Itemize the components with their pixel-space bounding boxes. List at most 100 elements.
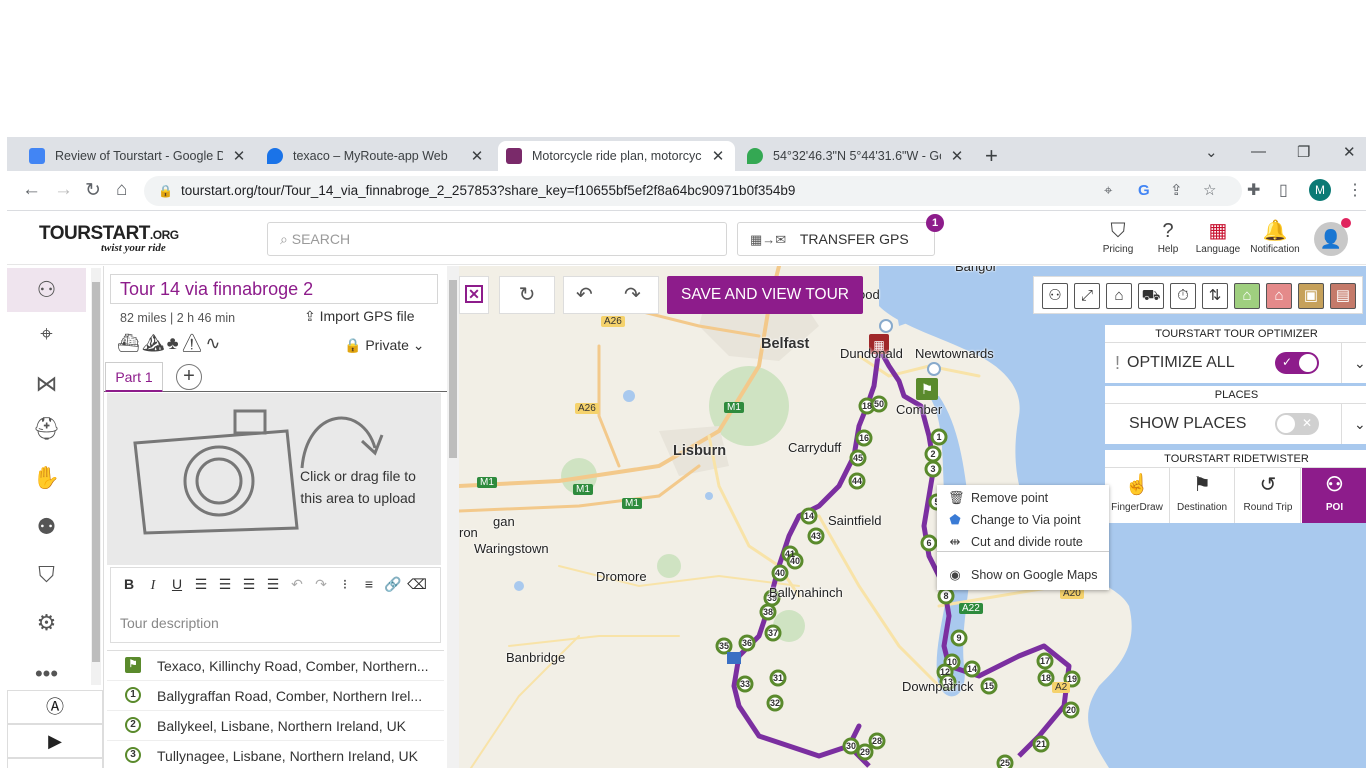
undo-icon[interactable]: ↶ — [576, 277, 593, 313]
link-icon[interactable]: 🔗 — [381, 576, 405, 593]
underline-icon[interactable]: U — [165, 576, 189, 592]
add-part-button[interactable]: + — [176, 364, 202, 390]
optimizer-dropdown[interactable]: ⌄ — [1341, 343, 1366, 383]
bullet-list-icon[interactable]: ⁝ — [333, 576, 357, 593]
panel-scrollbar[interactable] — [447, 266, 459, 768]
home-button[interactable]: ⌂ — [116, 179, 127, 201]
route-planner-icon[interactable]: ⚇ — [7, 268, 86, 312]
fullscreen-icon[interactable]: ⤢ — [1074, 283, 1100, 309]
redo-icon[interactable]: ↷ — [309, 576, 333, 593]
menu-icon[interactable]: ⋮ — [1347, 180, 1363, 200]
home-icon[interactable]: ⌂ — [1106, 283, 1132, 309]
extensions-icon[interactable]: ✚ — [1247, 180, 1260, 200]
remove-point-item[interactable]: 🗑 Remove point — [937, 487, 1109, 509]
show-places-toggle[interactable]: ✕ — [1275, 413, 1319, 435]
undo-icon[interactable]: ↶ — [285, 576, 309, 593]
places-dropdown[interactable]: ⌄ — [1341, 404, 1366, 444]
save-and-view-tour-button[interactable]: SAVE AND VIEW TOUR — [667, 276, 863, 314]
app-store-icon[interactable]: Ⓐ — [7, 690, 103, 724]
scooter-icon[interactable]: ⛟ — [1138, 283, 1164, 309]
align-left-icon[interactable]: ☰ — [189, 576, 213, 593]
bookmark-star-icon[interactable]: ☆ — [1203, 176, 1216, 206]
image-upload-area[interactable]: Click or drag file to this area to uploa… — [107, 393, 441, 565]
align-center-icon[interactable]: ☰ — [213, 576, 237, 593]
menu-lines-icon[interactable]: ≡ — [7, 758, 103, 768]
location-icon[interactable]: ⌖ — [1104, 176, 1112, 206]
tab-search-icon[interactable]: ⌄ — [1205, 143, 1218, 161]
settings-wheel-icon[interactable]: ⚙ — [7, 601, 86, 645]
road-type-icons[interactable]: ⛴⛰♣⚠∿ — [117, 333, 222, 354]
close-route-button[interactable]: ✕ — [459, 276, 489, 314]
red-home-icon[interactable]: ⌂ — [1266, 283, 1292, 309]
close-icon[interactable]: ✕ — [231, 147, 247, 165]
forward-button[interactable]: → — [54, 179, 73, 201]
google-lens-icon[interactable]: G — [1138, 176, 1150, 206]
tab-myroute[interactable]: texaco – MyRoute-app Web ✕ — [259, 141, 493, 171]
profile-avatar[interactable]: M — [1309, 179, 1331, 201]
tab-google-docs[interactable]: Review of Tourstart - Google Do ✕ — [21, 141, 255, 171]
close-icon[interactable]: ✕ — [469, 147, 485, 165]
user-avatar[interactable]: 👤 — [1314, 218, 1351, 256]
new-tab-button[interactable]: + — [985, 143, 998, 169]
cut-route-item[interactable]: ⇹ Cut and divide route — [937, 531, 1109, 553]
route-map[interactable]: 18 50 16 45 44 14 43 41 40 40 39 38 37 36 35 31 33 3… — [459, 266, 1366, 768]
tourstart-logo[interactable]: TOURSTART.ORG twist your ride — [39, 223, 179, 254]
tour-title-input[interactable]: Tour 14 via finnabroge 2 — [110, 274, 438, 304]
address-bar[interactable]: 🔒 tourstart.org/tour/Tour_14_via_finnabr… — [144, 176, 1242, 206]
share-icon[interactable]: ⇪ — [1170, 176, 1183, 206]
align-right-icon[interactable]: ☰ — [237, 576, 261, 593]
justify-icon[interactable]: ☰ — [261, 576, 285, 593]
redo-icon[interactable]: ↷ — [624, 277, 641, 313]
hotel-icon[interactable]: ▣ — [1298, 283, 1324, 309]
transfer-gps-button[interactable]: ▦→✉ TRANSFER GPS 1 — [737, 214, 944, 256]
google-play-icon[interactable]: ▶ — [7, 724, 103, 758]
minimize-button[interactable]: — — [1251, 143, 1266, 160]
back-button[interactable]: ← — [22, 179, 41, 201]
tab-google-maps[interactable]: 54°32'46.3"N 5°44'31.6"W - Goo ✕ — [739, 141, 973, 171]
side-panel-icon[interactable]: ▯ — [1279, 180, 1288, 200]
description-editor[interactable]: B I U ☰ ☰ ☰ ☰ ↶ ↷ ⁝ ≡ 🔗 ⌫ Tour description — [110, 567, 441, 643]
refresh-route-button[interactable]: ↻ — [499, 276, 555, 314]
shield-icon[interactable]: ⛉ — [7, 553, 86, 597]
privacy-dropdown[interactable]: 🔒 Private ⌄ — [344, 337, 425, 354]
numbered-list-icon[interactable]: ≡ — [357, 576, 381, 592]
close-icon[interactable]: ✕ — [710, 147, 726, 165]
optimize-toggle[interactable]: ✓ — [1275, 352, 1319, 374]
restore-button[interactable]: ❐ — [1297, 143, 1310, 161]
fingerdraw-button[interactable]: ☝ FingerDraw — [1105, 468, 1170, 523]
bold-icon[interactable]: B — [117, 576, 141, 592]
italic-icon[interactable]: I — [141, 578, 165, 594]
route-nodes-icon[interactable]: ⚇ — [1042, 283, 1068, 309]
list-item[interactable]: 2 Ballykeel, Lisbane, Northern Ireland, U… — [107, 711, 444, 741]
change-to-via-item[interactable]: ⬟ Change to Via point — [937, 509, 1109, 531]
tab-part-1[interactable]: Part 1 — [105, 362, 163, 392]
notification-button[interactable]: 🔔 Notification — [1247, 218, 1303, 255]
language-button[interactable]: ▦ Language — [1190, 218, 1246, 255]
elevation-icon[interactable]: ⇅ — [1202, 283, 1228, 309]
location-pin-icon[interactable]: ⌖ — [7, 312, 86, 356]
destination-button[interactable]: ⚑ Destination — [1170, 468, 1235, 523]
search-input[interactable]: ⌕ SEARCH — [267, 222, 727, 256]
helmet-icon[interactable]: ⛑ — [7, 407, 86, 451]
round-trip-button[interactable]: ↺ Round Trip — [1236, 468, 1301, 523]
poi-button[interactable]: ⚇ POI — [1302, 468, 1366, 523]
list-item[interactable]: 1 Ballygraffan Road, Comber, Northern Ire… — [107, 681, 444, 711]
show-google-maps-item[interactable]: ◉ Show on Google Maps — [937, 564, 1109, 586]
green-home-icon[interactable]: ⌂ — [1234, 283, 1260, 309]
eraser-icon[interactable]: ⌫ — [405, 576, 429, 593]
rail-scrollbar[interactable] — [91, 268, 101, 685]
help-button[interactable]: ? Help — [1140, 218, 1196, 255]
list-item[interactable]: 3 Tullynagee, Lisbane, Northern Ireland, … — [107, 741, 444, 768]
luggage-icon[interactable]: ▤ — [1330, 283, 1356, 309]
share-route-icon[interactable]: ⋈ — [7, 362, 86, 406]
tab-tourstart[interactable]: Motorcycle ride plan, motorcycle ✕ — [498, 141, 735, 171]
reload-button[interactable]: ↻ — [85, 179, 101, 202]
pricing-button[interactable]: ⛉ Pricing — [1090, 218, 1146, 255]
stopwatch-icon[interactable]: ⏱ — [1170, 283, 1196, 309]
close-window-button[interactable]: ✕ — [1343, 143, 1356, 161]
group-icon[interactable]: ⚉ — [7, 505, 86, 549]
close-icon[interactable]: ✕ — [949, 147, 965, 165]
hand-icon[interactable]: ✋ — [7, 456, 86, 500]
import-gps-button[interactable]: ⇪ Import GPS file — [304, 308, 415, 325]
list-item[interactable]: ⚑ Texaco, Killinchy Road, Comber, Norther… — [107, 651, 444, 681]
